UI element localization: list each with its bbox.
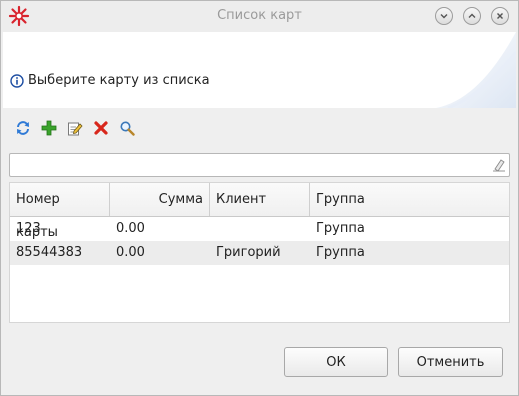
clear-icon[interactable] [492,158,506,172]
add-button[interactable] [38,117,60,139]
search-icon [120,121,135,136]
title-bar[interactable]: Список карт [1,1,518,32]
info-icon [10,74,24,88]
minimize-button[interactable] [435,7,453,25]
refresh-button[interactable] [12,117,34,139]
header-decoration [436,32,516,108]
cards-table: Номер карты Сумма Клиент Группа 123 0.00… [9,182,510,323]
search-input[interactable] [14,155,488,177]
info-message: Выберите карту из списка [28,73,210,88]
table-header: Номер карты Сумма Клиент Группа [10,183,509,240]
find-button[interactable] [116,117,138,139]
add-icon [41,120,57,136]
column-header-sum[interactable]: Сумма [110,183,210,216]
column-header-client[interactable]: Клиент [210,183,310,216]
edit-button[interactable] [64,117,86,139]
table-row[interactable]: 85544383 0.00 Григорий Группа [10,241,509,265]
search-field[interactable] [9,153,510,177]
maximize-button[interactable] [463,7,481,25]
close-icon [497,13,503,19]
cell-client: Григорий [216,245,281,260]
table-row[interactable]: 123 0.00 Группа [10,217,509,241]
delete-icon [94,121,108,135]
cell-group: Группа [316,221,365,236]
header-panel: Выберите карту из списка [3,32,516,108]
delete-button[interactable] [90,117,112,139]
dialog-window: Список карт Выберите карту из списка Ном… [0,0,519,396]
edit-icon [68,122,83,136]
refresh-icon [17,121,29,135]
cell-card-number: 85544383 [16,245,83,260]
cell-sum: 0.00 [116,245,145,260]
ok-button[interactable]: ОК [284,347,388,377]
chevron-down-icon [440,14,448,19]
cell-client [210,217,310,241]
cancel-button[interactable]: Отменить [398,347,503,377]
close-button[interactable] [491,7,509,25]
column-header-group[interactable]: Группа [310,183,509,216]
cell-group: Группа [316,245,365,260]
cell-card-number: 123 [16,221,41,236]
chevron-up-icon [468,13,476,18]
column-header-card-number[interactable]: Номер карты [10,183,110,240]
cell-sum: 0.00 [116,221,145,236]
